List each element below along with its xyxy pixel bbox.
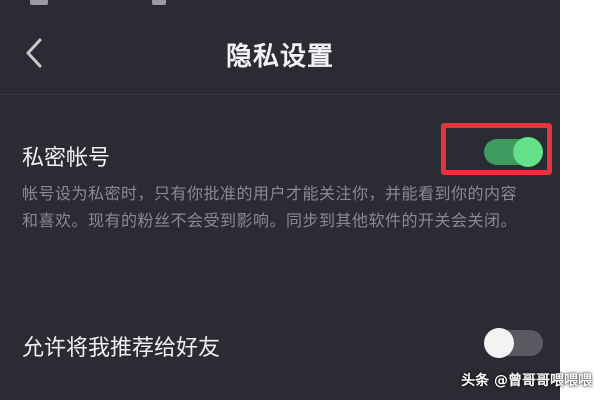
- page-title: 隐私设置: [225, 42, 334, 72]
- private-account-description: 帐号设为私密时，只有你批准的用户才能关注你，并能看到你的内容和喜欢。现有的粉丝不…: [22, 184, 518, 230]
- status-icon: [152, 0, 166, 5]
- status-bar: [0, 0, 560, 10]
- watermark: 头条 @曾哥哥喂喂喂: [461, 373, 592, 389]
- status-icon: [30, 0, 48, 5]
- recommend-to-friends-toggle[interactable]: [484, 328, 543, 358]
- toggle-knob: [484, 328, 514, 358]
- settings-screen: 隐私设置 私密帐号 帐号设为私密时，只有你批准的用户才能关注你，并能看到你的内容…: [0, 0, 560, 400]
- highlight-annotation: [441, 123, 552, 175]
- navigation-bar: 隐私设置: [0, 10, 560, 94]
- recommend-to-friends-label: 允许将我推荐给好友: [22, 336, 221, 361]
- private-account-label: 私密帐号: [22, 146, 111, 171]
- divider: [0, 94, 560, 95]
